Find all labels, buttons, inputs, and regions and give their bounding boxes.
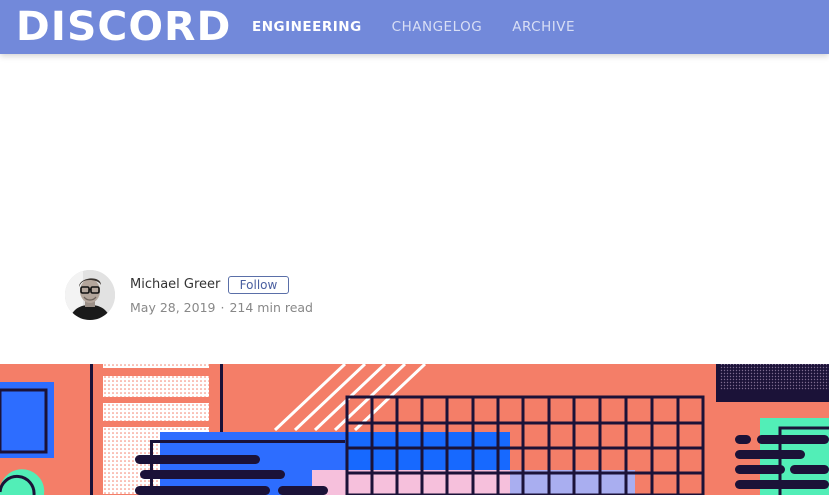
post-meta: May 28, 2019 · 214 min read bbox=[130, 300, 313, 315]
hero-illustration bbox=[0, 364, 829, 495]
nav-changelog[interactable]: CHANGELOG bbox=[392, 19, 483, 35]
follow-button[interactable]: Follow bbox=[228, 276, 289, 294]
nav-archive[interactable]: ARCHIVE bbox=[512, 19, 575, 35]
post-date: May 28, 2019 bbox=[130, 300, 216, 315]
read-time: 214 min read bbox=[229, 300, 313, 315]
nav-engineering[interactable]: ENGINEERING bbox=[252, 19, 362, 35]
discord-logo[interactable]: DISCORD bbox=[16, 6, 231, 48]
author-avatar-photo-icon bbox=[65, 270, 115, 320]
main-nav: ENGINEERING CHANGELOG ARCHIVE bbox=[252, 0, 605, 54]
author-avatar[interactable] bbox=[65, 270, 115, 320]
author-name[interactable]: Michael Greer bbox=[130, 277, 220, 292]
meta-separator: · bbox=[220, 300, 225, 315]
top-navigation-bar: DISCORD ENGINEERING CHANGELOG ARCHIVE bbox=[0, 0, 829, 54]
hero-illustration-graphic bbox=[0, 364, 829, 495]
